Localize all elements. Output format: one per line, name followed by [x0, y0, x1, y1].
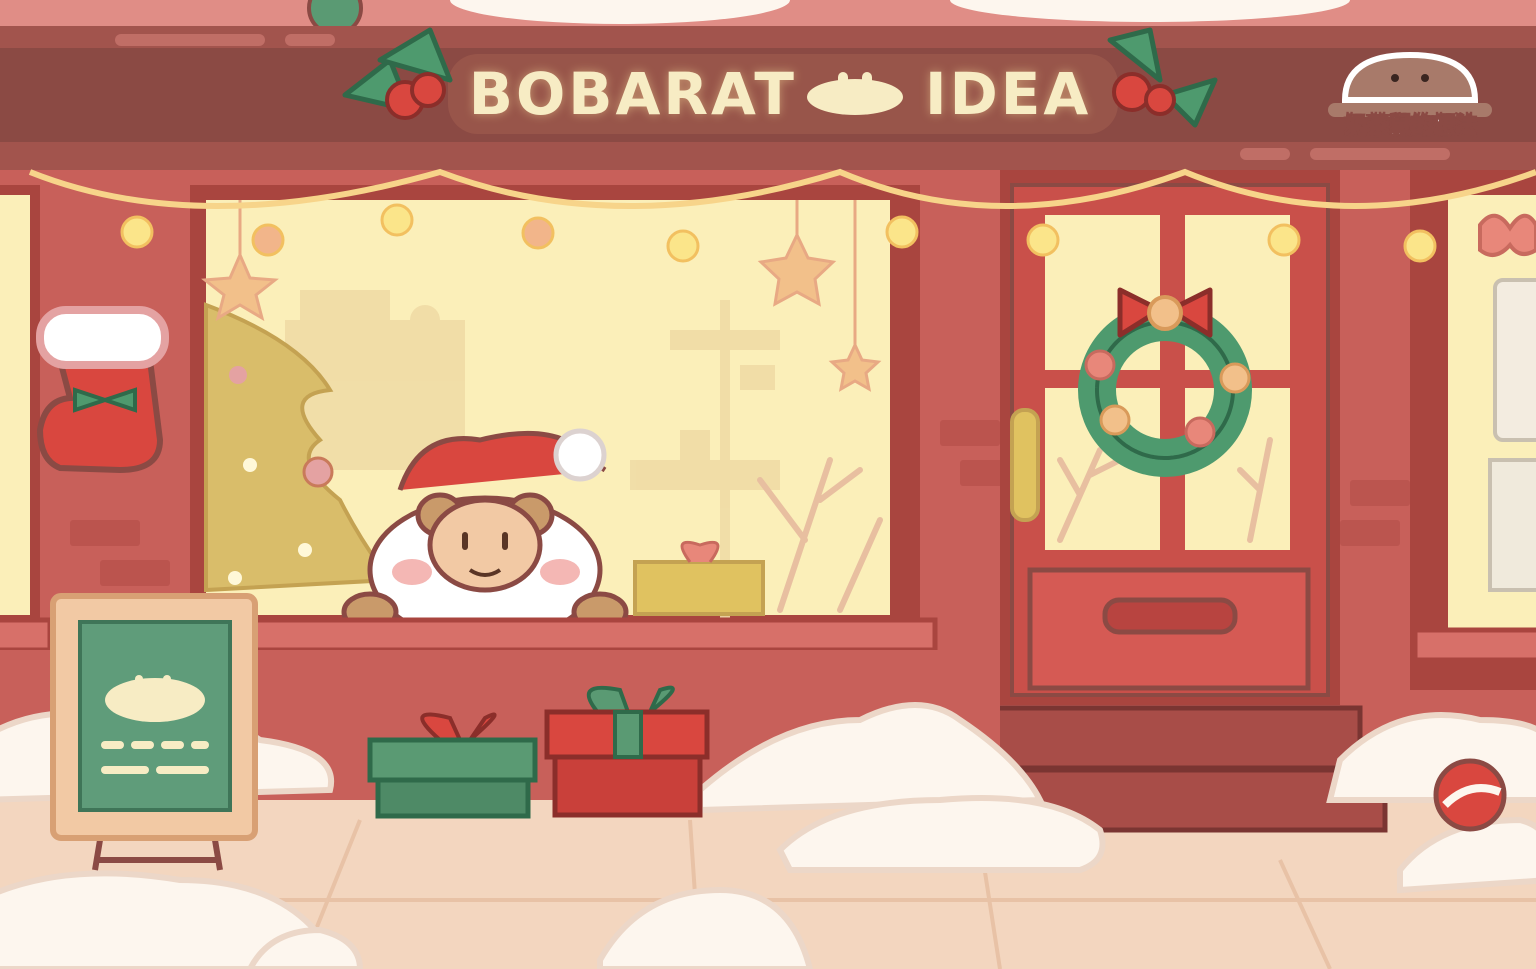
- door-handle[interactable]: [1010, 408, 1040, 522]
- left-side-window: [0, 185, 40, 625]
- right-sill: [1412, 627, 1536, 663]
- chalkboard-sign: [50, 593, 258, 871]
- ornament-ball: [1433, 758, 1507, 832]
- sign-band-bottom: [0, 142, 1536, 170]
- right-poster: [1493, 278, 1536, 442]
- storefront-scene: [0, 0, 1536, 969]
- window-sill: [177, 617, 938, 653]
- left-sill: [0, 617, 53, 653]
- sign-glow: [448, 54, 1118, 134]
- door-step-top: [977, 705, 1363, 771]
- mail-slot[interactable]: [1102, 597, 1238, 635]
